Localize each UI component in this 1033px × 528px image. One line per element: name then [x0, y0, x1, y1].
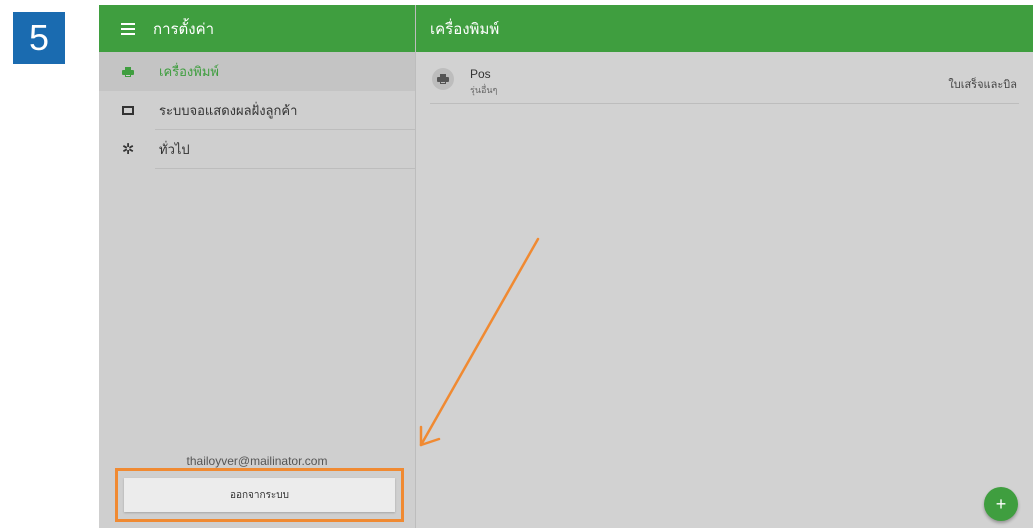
app-window: การตั้งค่า เครื่องพิมพ์ ระบบจอแสดงผลฝั่ง…: [99, 5, 1033, 528]
annotation-arrow: [419, 237, 540, 447]
step-number-badge: 5: [13, 12, 65, 64]
